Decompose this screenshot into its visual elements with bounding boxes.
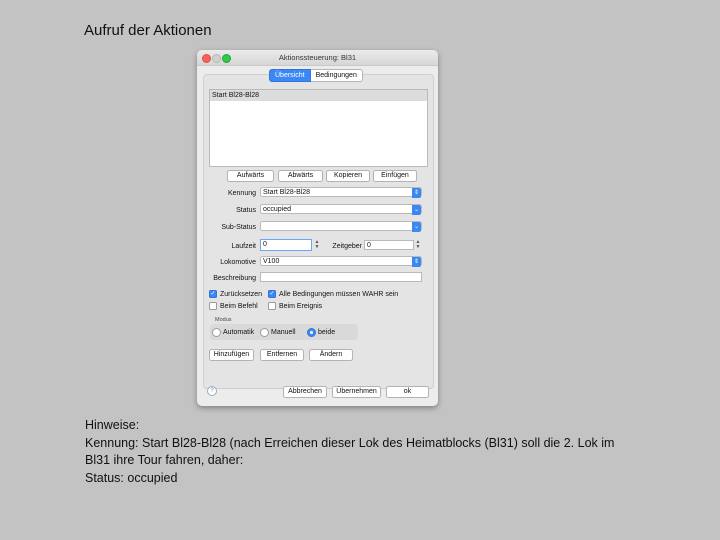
laufzeit-stepper[interactable]: ▲ ▼ — [314, 240, 320, 250]
modus-manuell-radio[interactable]: Manuell — [260, 328, 296, 337]
tab-bar: Übersicht Bedingungen — [269, 69, 363, 82]
move-down-button[interactable]: Abwärts — [278, 170, 323, 182]
manuell-label: Manuell — [271, 329, 296, 336]
beim-ereignis-label: Beim Ereignis — [279, 302, 323, 310]
updown-icon: ⇕ — [412, 188, 421, 198]
notes-line: Status: occupied — [85, 470, 178, 485]
move-up-button[interactable]: Aufwärts — [227, 170, 274, 182]
status-select[interactable]: occupied ⌄ — [260, 204, 422, 215]
cancel-button[interactable]: Abbrechen — [283, 386, 327, 398]
slide-title: Aufruf der Aktionen — [84, 22, 212, 39]
alle-bedingungen-label: Alle Bedingungen müssen WAHR sein — [279, 290, 399, 298]
beschreibung-input[interactable] — [260, 272, 422, 282]
beschreibung-label: Beschreibung — [213, 275, 256, 282]
notes-line: Bl31 ihre Tour fahren, daher: — [85, 453, 244, 467]
change-button[interactable]: Ändern — [309, 349, 353, 361]
beim-befehl-label: Beim Befehl — [220, 302, 258, 310]
checkmark-icon: ✓ — [209, 290, 217, 298]
kennung-select[interactable]: Start Bl28-Bl28 ⇕ — [260, 187, 422, 198]
notes: Hinweise: Kennung: Start Bl28-Bl28 (nach… — [85, 417, 685, 487]
laufzeit-input[interactable]: 0 — [260, 239, 312, 251]
substatus-select[interactable]: ⌄ — [260, 221, 422, 232]
modus-label: Modus — [215, 317, 232, 323]
automatik-label: Automatik — [223, 329, 255, 336]
notes-line: Hinweise: — [85, 418, 140, 432]
beim-befehl-checkbox[interactable]: Beim Befehl — [209, 302, 258, 310]
copy-button[interactable]: Kopieren — [326, 170, 370, 182]
ok-button[interactable]: ok — [386, 386, 429, 398]
remove-button[interactable]: Entfernen — [260, 349, 304, 361]
laufzeit-value: 0 — [263, 241, 267, 248]
beim-ereignis-checkbox[interactable]: Beim Ereignis — [268, 302, 322, 310]
overview-panel: Start Bl28-Bl28 Aufwärts Abwärts Kopiere… — [203, 74, 434, 389]
radio-icon — [260, 328, 269, 337]
status-value: occupied — [263, 206, 292, 213]
zeitgeber-stepper[interactable]: ▲ ▼ — [415, 240, 421, 250]
laufzeit-label: Laufzeit — [231, 243, 256, 250]
action-list[interactable]: Start Bl28-Bl28 — [209, 89, 428, 167]
title-bar: Aktionssteuerung: Bl31 — [197, 50, 438, 66]
kennung-label: Kennung — [227, 190, 256, 197]
notes-line: Kennung: Start Bl28-Bl28 (nach Erreichen… — [85, 435, 615, 450]
lokomotive-value: V100 — [263, 258, 280, 265]
list-item[interactable]: Start Bl28-Bl28 — [210, 90, 427, 101]
substatus-label: Sub-Status — [221, 224, 256, 231]
zuruecksetzen-label: Zurücksetzen — [220, 290, 263, 298]
apply-button[interactable]: Übernehmen — [332, 386, 381, 398]
window-title: Aktionssteuerung: Bl31 — [278, 53, 357, 62]
beide-label: beide — [318, 329, 336, 336]
modus-automatik-radio[interactable]: Automatik — [212, 328, 254, 337]
updown-icon: ⇕ — [412, 257, 421, 267]
checkmark-icon: ✓ — [268, 290, 276, 298]
lokomotive-label: Lokomotive — [220, 259, 256, 266]
chevron-down-icon: ⌄ — [412, 205, 421, 215]
tab-bedingungen[interactable]: Bedingungen — [310, 69, 363, 82]
add-button[interactable]: Hinzufügen — [209, 349, 254, 361]
modus-beide-radio[interactable]: beide — [307, 328, 335, 337]
paste-button[interactable]: Einfügen — [373, 170, 417, 182]
alle-bedingungen-checkbox[interactable]: ✓ Alle Bedingungen müssen WAHR sein — [268, 290, 398, 298]
action-control-dialog: Aktionssteuerung: Bl31 Übersicht Bedingu… — [197, 50, 438, 406]
radio-icon — [212, 328, 221, 337]
help-icon[interactable]: ? — [207, 386, 217, 396]
lokomotive-select[interactable]: V100 ⇕ — [260, 256, 422, 267]
kennung-value: Start Bl28-Bl28 — [263, 189, 311, 196]
zeitgeber-value: 0 — [367, 242, 371, 249]
zeitgeber-input[interactable]: 0 — [364, 240, 414, 250]
status-label: Status — [236, 207, 256, 214]
chevron-down-icon: ⌄ — [412, 222, 421, 232]
checkbox-box-icon — [268, 302, 276, 310]
zeitgeber-label: Zeitgeber — [332, 243, 362, 250]
modus-group: Automatik Manuell beide — [210, 324, 358, 340]
zuruecksetzen-checkbox[interactable]: ✓ Zurücksetzen — [209, 290, 262, 298]
checkbox-box-icon — [209, 302, 217, 310]
radio-selected-icon — [307, 328, 316, 337]
tab-uebersicht[interactable]: Übersicht — [269, 69, 311, 82]
